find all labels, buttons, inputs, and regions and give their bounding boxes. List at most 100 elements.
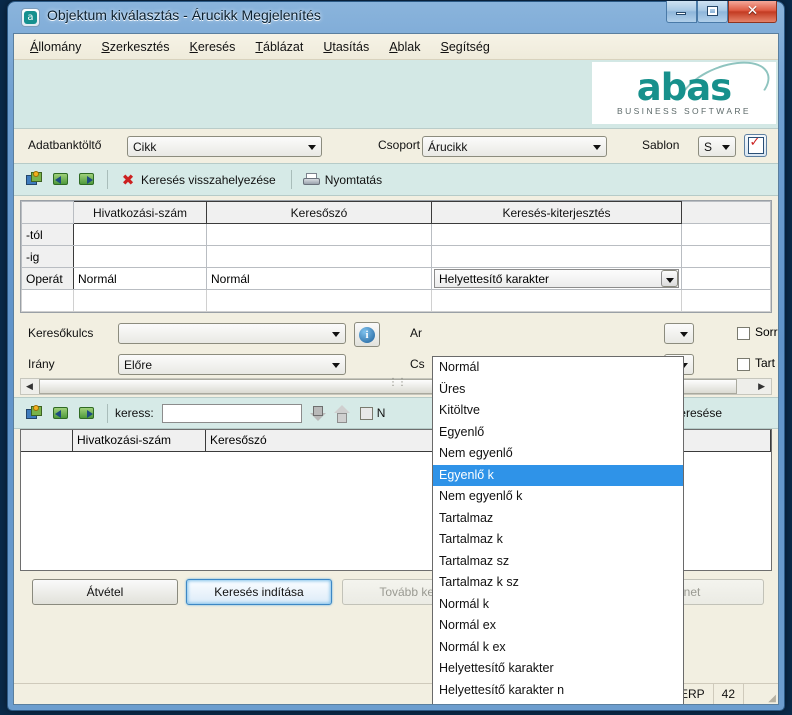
dropdown-item[interactable]: Nem egyenlő <box>433 443 683 465</box>
start-search-button[interactable]: Keresés indítása <box>186 579 332 605</box>
table-row: -tól <box>21 223 771 246</box>
dropdown-item[interactable]: Tartalmaz k sz <box>433 572 683 594</box>
menu-utasitas[interactable]: Utasítás <box>313 37 379 57</box>
next-record-icon <box>78 406 96 421</box>
dropdown-item[interactable]: Helyettesítő karakter k <box>433 701 683 704</box>
criteria-to-ref[interactable] <box>73 245 207 268</box>
menu-ablak[interactable]: Ablak <box>379 37 430 57</box>
prev-record-button[interactable] <box>48 168 74 192</box>
dropdown-item[interactable]: Normál k <box>433 594 683 616</box>
criteria-col-extension[interactable]: Keresés-kiterjesztés <box>431 201 682 224</box>
start-search-button-label: Keresés indítása <box>214 585 304 599</box>
chevron-down-icon[interactable] <box>661 270 678 287</box>
criteria-grid: Hivatkozási-szám Keresőszó Keresés-kiter… <box>20 200 772 313</box>
search-input-label: keress: <box>115 406 154 420</box>
right-combo-1[interactable] <box>664 323 694 344</box>
close-button[interactable]: ✕ <box>728 1 777 23</box>
checklist-icon <box>747 134 764 154</box>
print-button[interactable] <box>299 168 325 192</box>
menu-tablazat-label: áblázat <box>263 39 304 54</box>
criteria-col-ref[interactable]: Hivatkozási-szám <box>73 201 207 224</box>
extension-operator-combo[interactable]: Helyettesítő karakter <box>434 269 679 288</box>
search-option-checkbox[interactable] <box>359 406 373 420</box>
group-combo[interactable]: Árucikk <box>422 136 607 157</box>
dropdown-item[interactable]: Helyettesítő karakter n <box>433 680 683 702</box>
criteria-from-extension[interactable] <box>431 223 682 246</box>
search-next-button[interactable] <box>74 401 100 425</box>
template-combo[interactable]: S <box>698 136 736 157</box>
next-record-button[interactable] <box>74 168 100 192</box>
checkbox-tart[interactable] <box>737 358 750 371</box>
chevron-down-icon <box>308 145 316 150</box>
criteria-from-keyword[interactable] <box>206 223 432 246</box>
scroll-left-arrow[interactable]: ◀ <box>26 381 33 392</box>
search-option-label: N <box>376 406 386 420</box>
database-combo[interactable]: Cikk <box>127 136 322 157</box>
criteria-op-ref[interactable]: Normál <box>73 267 207 290</box>
accept-button[interactable]: Átvétel <box>32 579 178 605</box>
criteria-from-ref[interactable] <box>73 223 207 246</box>
dropdown-item[interactable]: Helyettesítő karakter <box>433 658 683 680</box>
right-label-2: Cs <box>410 357 425 371</box>
template-checklist-button[interactable] <box>744 134 767 157</box>
criteria-row-label-to: -ig <box>21 245 74 268</box>
menu-szerkesztes[interactable]: Szerkesztés <box>91 37 179 57</box>
scroll-right-arrow[interactable]: ▶ <box>758 381 765 392</box>
dropdown-item[interactable]: Kitöltve <box>433 400 683 422</box>
checkbox-sorr-label: Sorr <box>755 325 778 339</box>
dropdown-item[interactable]: Normál <box>433 357 683 379</box>
table-row-spacer <box>21 289 771 312</box>
criteria-header-row: Hivatkozási-szám Keresőszó Keresés-kiter… <box>21 201 771 224</box>
dropdown-item[interactable]: Üres <box>433 379 683 401</box>
menu-allomany-label: llomány <box>38 39 82 54</box>
dropdown-item[interactable]: Normál ex <box>433 615 683 637</box>
menu-segitseg[interactable]: Segítség <box>430 37 499 57</box>
criteria-to-keyword[interactable] <box>206 245 432 268</box>
search-prev-button[interactable] <box>48 401 74 425</box>
database-combo-value: Cikk <box>133 140 157 154</box>
reset-search-button[interactable]: ✖ <box>115 168 141 192</box>
chevron-down-icon <box>593 145 601 150</box>
search-new-button[interactable] <box>22 401 48 425</box>
chevron-down-icon <box>722 145 730 150</box>
dropdown-item[interactable]: Egyenlő k <box>433 464 683 486</box>
dropdown-item[interactable]: Tartalmaz k <box>433 529 683 551</box>
results-col-ref[interactable]: Hivatkozási-szám <box>73 430 206 451</box>
dropdown-item[interactable]: Nem egyenlő k <box>433 486 683 508</box>
extension-operator-dropdown[interactable]: Normál Üres Kitöltve Egyenlő Nem egyenlő Egye… <box>432 356 684 704</box>
dropdown-item[interactable]: Egyenlő <box>433 422 683 444</box>
menu-tablazat[interactable]: Táblázat <box>245 37 313 57</box>
criteria-col-keyword[interactable]: Keresőszó <box>206 201 432 224</box>
prev-record-icon <box>52 172 70 187</box>
direction-combo[interactable]: Előre <box>118 354 346 375</box>
search-key-combo[interactable] <box>118 323 346 344</box>
criteria-op-keyword[interactable]: Normál <box>206 267 432 290</box>
toolbar-separator <box>290 170 292 189</box>
arrow-down-icon[interactable] <box>309 405 326 422</box>
menu-allomany[interactable]: Állomány <box>20 37 91 57</box>
table-row: -ig <box>21 245 771 268</box>
menu-kereses[interactable]: Keresés <box>180 37 246 57</box>
criteria-to-extension[interactable] <box>431 245 682 268</box>
reset-search-label[interactable]: Keresés visszahelyezése <box>141 173 284 187</box>
maximize-button[interactable] <box>697 1 728 23</box>
main-toolbar: ✖ Keresés visszahelyezése Nyomtatás <box>14 163 778 196</box>
chevron-down-icon <box>332 332 340 337</box>
checkbox-sorr[interactable] <box>737 327 750 340</box>
print-label[interactable]: Nyomtatás <box>325 173 390 187</box>
window-controls: ✕ <box>666 1 777 23</box>
minimize-button[interactable] <box>666 1 697 23</box>
search-input[interactable] <box>161 403 302 423</box>
info-button[interactable]: i <box>354 322 380 347</box>
dropdown-item[interactable]: Tartalmaz sz <box>433 551 683 573</box>
new-record-button[interactable] <box>22 168 48 192</box>
extension-operator-value: Helyettesítő karakter <box>439 272 550 286</box>
resize-grip-icon[interactable] <box>743 684 778 704</box>
header-form-row: Adatbanktöltő Cikk Csoport Árucikk Sablo… <box>14 129 778 163</box>
arrow-up-icon[interactable] <box>333 404 350 423</box>
spacer-cell <box>206 289 432 312</box>
toolbar-separator <box>107 170 108 189</box>
dropdown-item[interactable]: Tartalmaz <box>433 508 683 530</box>
dropdown-item[interactable]: Normál k ex <box>433 637 683 659</box>
table-row: Operát Normál Normál Helyettesítő karakt… <box>21 267 771 290</box>
